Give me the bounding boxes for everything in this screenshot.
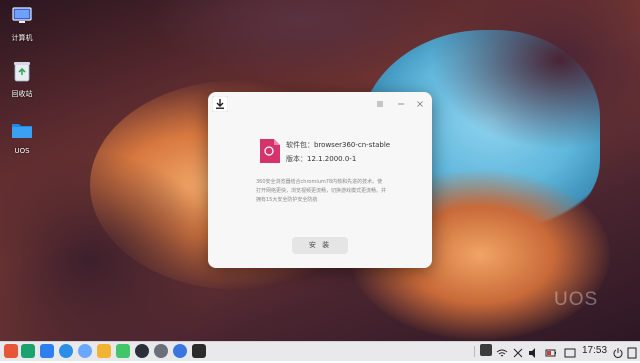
box-icon: [564, 348, 576, 358]
sidebar-icon: [627, 347, 637, 359]
x-icon: [513, 348, 523, 358]
installer-app-icon: [212, 96, 228, 112]
package-description: 360安全浏览器结合chromium78内核和先进的技术。使打开网络更快，浏览视…: [256, 179, 387, 203]
notification-icon[interactable]: [564, 344, 576, 358]
minimize-icon: [398, 103, 404, 105]
package-name-value: browser360-cn-stable: [314, 141, 391, 149]
close-icon: [417, 101, 423, 107]
close-button[interactable]: [413, 97, 427, 111]
file-manager-icon[interactable]: [40, 344, 54, 358]
taskbar: 17:53: [0, 341, 640, 361]
app-store-icon[interactable]: [135, 344, 149, 358]
computer-icon: [12, 7, 32, 23]
tray-icon-battery[interactable]: [480, 344, 492, 356]
package-name-label: 软件包：: [286, 141, 314, 149]
desktop-icon-computer[interactable]: 计算机: [0, 6, 44, 43]
launcher-icon[interactable]: [4, 344, 18, 358]
power-icon: [613, 348, 623, 358]
minimize-button[interactable]: [394, 97, 408, 111]
desktop-icon-label: 回收站: [11, 90, 33, 98]
battery-icon[interactable]: [545, 344, 557, 357]
package-version-value: 12.1.2000.0-1: [307, 155, 357, 163]
menu-button[interactable]: [373, 97, 387, 111]
uos-watermark: UOS: [554, 289, 599, 310]
store-icon[interactable]: [59, 344, 73, 358]
battery-icon: [545, 349, 556, 357]
music-icon[interactable]: [97, 344, 111, 358]
terminal-icon[interactable]: [173, 344, 187, 358]
desktop-icon-trash[interactable]: 回收站: [0, 60, 44, 99]
volume-icon[interactable]: [528, 344, 540, 358]
folder-icon: [12, 124, 32, 138]
multitask-icon[interactable]: [21, 344, 35, 358]
notification-center-icon[interactable]: [627, 344, 639, 359]
wifi-icon: [496, 349, 508, 357]
package-installer-dialog: 软件包：browser360-cn-stable 版本：12.1.2000.0-…: [208, 92, 432, 268]
browser-icon[interactable]: [78, 344, 92, 358]
speaker-icon: [529, 348, 535, 358]
settings-icon[interactable]: [154, 344, 168, 358]
screen-recorder-icon[interactable]: [192, 344, 206, 358]
video-icon[interactable]: [116, 344, 130, 358]
taskbar-separator: [474, 346, 475, 357]
install-button[interactable]: 安 装: [292, 237, 348, 254]
network-icon[interactable]: [496, 344, 508, 357]
desktop-icon-label: UOS: [14, 147, 30, 155]
vpn-icon[interactable]: [512, 344, 524, 358]
power-icon[interactable]: [612, 344, 624, 358]
package-version-label: 版本：: [286, 155, 307, 163]
desktop-icon-label: 计算机: [11, 34, 33, 42]
trash-icon: [14, 62, 30, 82]
clock[interactable]: 17:53: [582, 345, 607, 356]
menu-icon: [377, 101, 383, 107]
package-name-row: 软件包：browser360-cn-stable: [286, 140, 390, 150]
deb-package-icon: [260, 139, 280, 163]
desktop-icon-uos[interactable]: UOS: [0, 120, 44, 155]
package-version-row: 版本：12.1.2000.0-1: [286, 154, 356, 164]
